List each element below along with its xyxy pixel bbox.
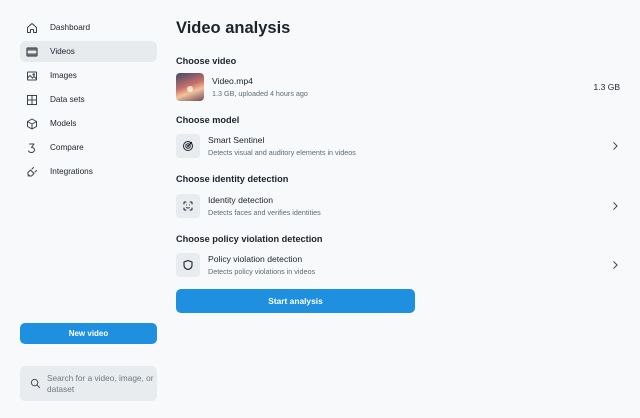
film-icon	[26, 46, 38, 58]
sidebar-item-dashboard[interactable]: Dashboard	[20, 17, 157, 38]
section-title-model: Choose model	[176, 115, 240, 125]
shield-icon	[176, 253, 200, 277]
section-title-video: Choose video	[176, 56, 237, 66]
model-description: Detects visual and auditory elements in …	[208, 148, 356, 157]
sidebar-item-label: Data sets	[50, 95, 85, 104]
video-name: Video.mp4	[212, 76, 253, 86]
sidebar-item-models[interactable]: Models	[20, 113, 157, 134]
policy-description: Detects policy violations in videos	[208, 267, 316, 276]
video-row[interactable]: Video.mp4 1.3 GB, uploaded 4 hours ago 1…	[176, 72, 620, 102]
plug-icon	[26, 166, 38, 178]
section-title-policy: Choose policy violation detection	[176, 234, 323, 244]
video-thumbnail	[176, 73, 204, 101]
search-placeholder: Search for a video, image, or dataset	[47, 372, 154, 394]
sidebar-item-label: Models	[50, 119, 77, 128]
video-meta: 1.3 GB, uploaded 4 hours ago	[212, 89, 308, 98]
target-icon	[176, 134, 200, 158]
search-icon	[30, 378, 41, 389]
model-name: Smart Sentinel	[208, 135, 265, 145]
compare-icon	[26, 142, 38, 154]
model-row[interactable]: Smart Sentinel Detects visual and audito…	[176, 131, 620, 161]
sidebar-item-label: Integrations	[50, 167, 93, 176]
sidebar-item-integrations[interactable]: Integrations	[20, 161, 157, 182]
identity-name: Identity detection	[208, 195, 273, 205]
cube-icon	[26, 118, 38, 130]
policy-name: Policy violation detection	[208, 254, 303, 264]
chevron-right-icon	[613, 202, 618, 210]
page-title: Video analysis	[176, 19, 291, 37]
identity-description: Detects faces and verifies identities	[208, 208, 321, 217]
policy-row[interactable]: Policy violation detection Detects polic…	[176, 250, 620, 280]
section-title-identity: Choose identity detection	[176, 174, 289, 184]
search-input[interactable]: Search for a video, image, or dataset	[20, 366, 157, 401]
sidebar-item-label: Videos	[50, 47, 75, 56]
sidebar-item-label: Dashboard	[50, 23, 91, 32]
sidebar: Dashboard Videos Images Data sets Models…	[0, 0, 168, 418]
video-size: 1.3 GB	[593, 82, 620, 92]
grid-icon	[26, 94, 38, 106]
chevron-right-icon	[613, 142, 618, 150]
face-scan-icon	[176, 194, 200, 218]
sidebar-item-data-sets[interactable]: Data sets	[20, 89, 157, 110]
new-video-button[interactable]: New video	[20, 323, 157, 344]
sidebar-item-label: Compare	[50, 143, 84, 152]
chevron-right-icon	[613, 261, 618, 269]
image-icon	[26, 70, 38, 82]
identity-row[interactable]: Identity detection Detects faces and ver…	[176, 191, 620, 221]
start-analysis-button[interactable]: Start analysis	[176, 289, 415, 313]
sidebar-item-compare[interactable]: Compare	[20, 137, 157, 158]
sidebar-item-label: Images	[50, 71, 77, 80]
home-icon	[26, 22, 38, 34]
sidebar-item-videos[interactable]: Videos	[20, 41, 157, 62]
sidebar-item-images[interactable]: Images	[20, 65, 157, 86]
